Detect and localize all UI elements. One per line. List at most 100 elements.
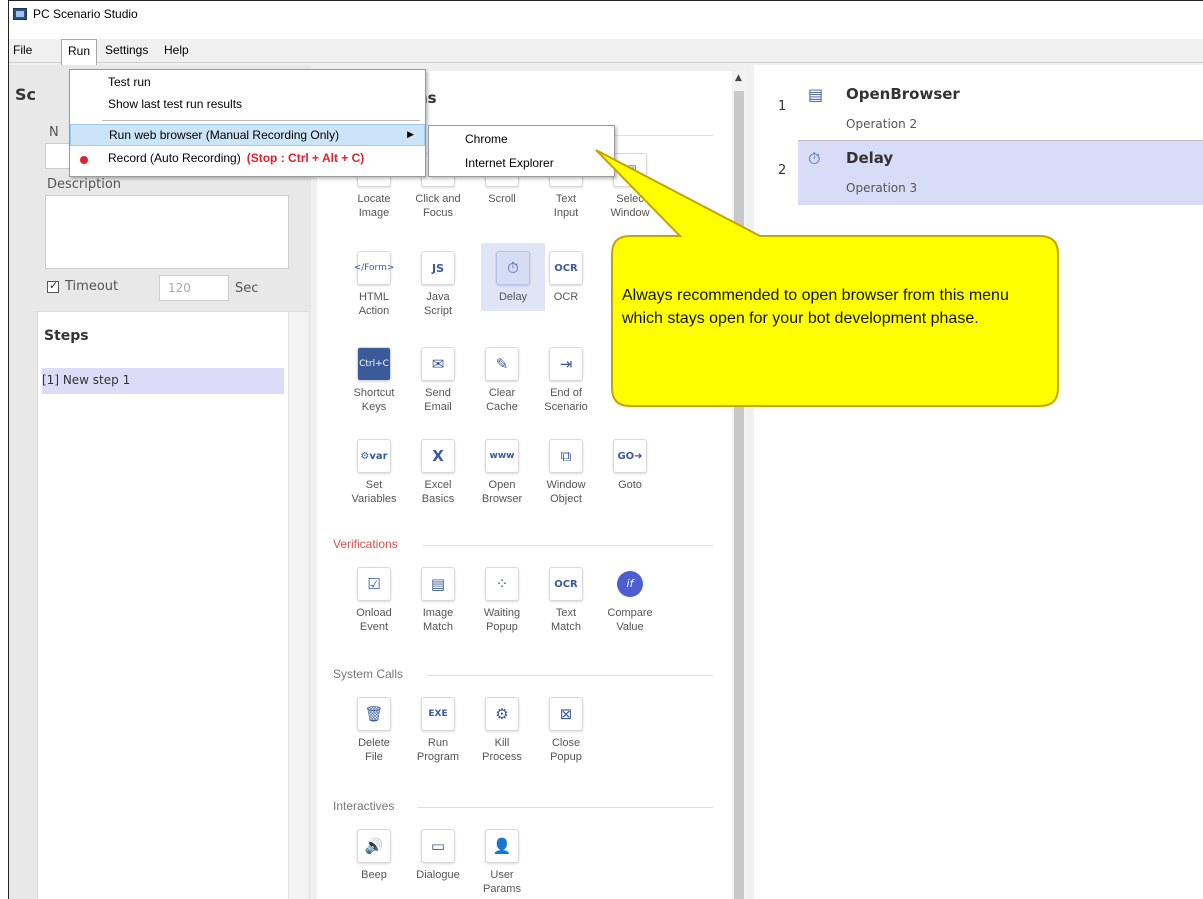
tool-clear-cache[interactable]: ✎ Clear Cache bbox=[469, 347, 535, 414]
tool-label: Text bbox=[555, 607, 577, 619]
operation-card[interactable]: ⏱ Delay Operation 3 bbox=[798, 141, 1203, 205]
scrollbar-thumb[interactable] bbox=[734, 91, 744, 899]
menu-item-show-last-results[interactable]: Show last test run results bbox=[70, 94, 425, 116]
verifications-title: Verifications bbox=[333, 537, 398, 551]
operation-number: 2 bbox=[778, 163, 787, 178]
tool-label: File bbox=[365, 751, 383, 763]
tool-label: Selec bbox=[616, 193, 644, 205]
tool-delete-file[interactable]: 🗑 Delete File bbox=[341, 697, 407, 764]
goto-arrow-icon: GO➜ bbox=[613, 439, 647, 473]
operations-area: ns ⌖ LocateImage ↖ Click andFocus ▾ Scro… bbox=[317, 71, 732, 899]
tool-excel-basics[interactable]: X Excel Basics bbox=[405, 439, 471, 506]
record-dot-icon bbox=[80, 156, 88, 164]
operation-row[interactable]: 1 ▤ OpenBrowser Operation 2 bbox=[754, 77, 1203, 143]
tool-beep[interactable]: 🔊 Beep bbox=[341, 829, 407, 882]
tool-label: Excel bbox=[424, 479, 452, 491]
excel-icon: X bbox=[421, 439, 455, 473]
stopwatch-icon: ⏱ bbox=[808, 149, 821, 168]
menu-item-record[interactable]: Record (Auto Recording) (Stop : Ctrl + Al… bbox=[70, 148, 425, 170]
menu-run[interactable]: Run bbox=[61, 39, 98, 65]
menu-item-label: Run web browser (Manual Recording Only) bbox=[109, 128, 340, 142]
tool-label: Image bbox=[422, 607, 454, 619]
tool-label: Cache bbox=[486, 401, 518, 413]
tool-compare-value[interactable]: if Compare Value bbox=[597, 567, 663, 634]
menu-item-label: Record (Auto Recording) bbox=[108, 151, 241, 165]
tool-onload-event[interactable]: ☑ Onload Event bbox=[341, 567, 407, 634]
menu-settings[interactable]: Settings bbox=[105, 43, 148, 57]
tool-label: Goto bbox=[618, 479, 642, 491]
tool-label: Shortcut bbox=[353, 387, 395, 399]
variable-gear-icon: ⚙var bbox=[357, 439, 391, 473]
tool-step[interactable]: Step bbox=[615, 377, 681, 396]
tool-java-script[interactable]: JS Java Script bbox=[405, 251, 471, 318]
tool-label: Basics bbox=[421, 493, 455, 505]
tool-kill-process[interactable]: ⚙ Kill Process bbox=[469, 697, 535, 764]
menu-item-chrome[interactable]: Chrome bbox=[465, 132, 508, 146]
tool-open-browser[interactable]: www Open Browser bbox=[469, 439, 535, 506]
operation-card[interactable]: ▤ OpenBrowser Operation 2 bbox=[798, 77, 1203, 141]
operations-scrollbar[interactable]: ▲ bbox=[732, 71, 746, 899]
operation-name: OpenBrowser bbox=[846, 85, 960, 103]
tool-label: Image bbox=[358, 207, 390, 219]
steps-heading: Steps bbox=[44, 328, 89, 344]
tool-label: Popup bbox=[486, 621, 518, 633]
name-label: N bbox=[49, 125, 59, 140]
operation-subtitle: Operation 2 bbox=[846, 117, 918, 131]
window-icon: ▣ bbox=[613, 153, 647, 187]
menu-file[interactable]: File bbox=[13, 43, 32, 57]
menu-separator bbox=[102, 120, 420, 121]
tool-label: Match bbox=[423, 621, 453, 633]
tool-send-email[interactable]: ✉ Send Email bbox=[405, 347, 471, 414]
tool-window-object[interactable]: ⧉ Window Object bbox=[533, 439, 599, 506]
tool-label: OCR bbox=[553, 291, 579, 303]
menu-help[interactable]: Help bbox=[164, 43, 189, 57]
tool-user-params[interactable]: 👤 User Params bbox=[469, 829, 535, 896]
tool-label: Input bbox=[553, 207, 579, 219]
tool-run-program[interactable]: EXE Run Program bbox=[405, 697, 471, 764]
browser-www-icon: www bbox=[485, 439, 519, 473]
tool-label: Scenario bbox=[544, 401, 588, 413]
ocr-check-icon: OCR bbox=[549, 567, 583, 601]
tool-label: Send bbox=[425, 387, 451, 399]
exit-icon: ⇥ bbox=[549, 347, 583, 381]
tool-label: User bbox=[490, 869, 514, 881]
tool-image-match[interactable]: ▤ Image Match bbox=[405, 567, 471, 634]
ocr-icon: OCR bbox=[549, 251, 583, 285]
menu-item-run-web-browser[interactable]: Run web browser (Manual Recording Only) … bbox=[70, 124, 425, 146]
js-icon: JS bbox=[421, 251, 455, 285]
tool-dialogue[interactable]: ▭ Dialogue bbox=[405, 829, 471, 882]
menu-item-test-run[interactable]: Test run bbox=[70, 72, 425, 94]
run-dropdown-menu: Test run Show last test run results Run … bbox=[69, 69, 426, 177]
tool-waiting-popup[interactable]: ⁘ Waiting Popup bbox=[469, 567, 535, 634]
timeout-checkbox[interactable] bbox=[47, 279, 59, 293]
tool-set-variables[interactable]: ⚙var Set Variables bbox=[341, 439, 407, 506]
tool-html-action[interactable]: </Form> HTML Action bbox=[341, 251, 407, 318]
browser-www-icon: ▤ bbox=[808, 85, 824, 104]
tool-label: Browser bbox=[481, 493, 523, 505]
tool-text-match[interactable]: OCR Text Match bbox=[533, 567, 599, 634]
loading-popup-icon: ⁘ bbox=[485, 567, 519, 601]
tool-ocr[interactable]: OCR OCR bbox=[533, 251, 599, 304]
description-input[interactable] bbox=[45, 195, 289, 269]
scroll-up-icon[interactable]: ▲ bbox=[735, 73, 742, 83]
tool-end-of-scenario[interactable]: ⇥ End of Scenario bbox=[533, 347, 599, 414]
record-stop-shortcut: (Stop : Ctrl + Alt + C) bbox=[246, 151, 365, 165]
submenu-arrow-icon: ▶ bbox=[407, 129, 414, 139]
tool-shortcut-keys[interactable]: Ctrl+C Shortcut Keys bbox=[341, 347, 407, 414]
check-window-icon: ☑ bbox=[357, 567, 391, 601]
tool-label: Email bbox=[424, 401, 452, 413]
tool-label: Object bbox=[550, 493, 582, 505]
tool-goto[interactable]: GO➜ Goto bbox=[597, 439, 663, 492]
tool-close-popup[interactable]: ⊠ Close Popup bbox=[533, 697, 599, 764]
tool-label: Set bbox=[365, 479, 383, 491]
timeout-input[interactable]: 120 bbox=[159, 275, 229, 301]
dialogue-icon: ▭ bbox=[421, 829, 455, 863]
operation-row[interactable]: 2 ⏱ Delay Operation 3 bbox=[754, 141, 1203, 207]
steps-panel-edge bbox=[288, 312, 308, 899]
verifications-divider bbox=[423, 545, 713, 546]
step-item[interactable]: [1] New step 1 bbox=[42, 368, 284, 394]
tool-label: Click and bbox=[415, 193, 461, 205]
tool-label: End of bbox=[550, 387, 582, 399]
tool-label: Value bbox=[616, 621, 644, 633]
menu-item-internet-explorer[interactable]: Internet Explorer bbox=[465, 156, 554, 170]
